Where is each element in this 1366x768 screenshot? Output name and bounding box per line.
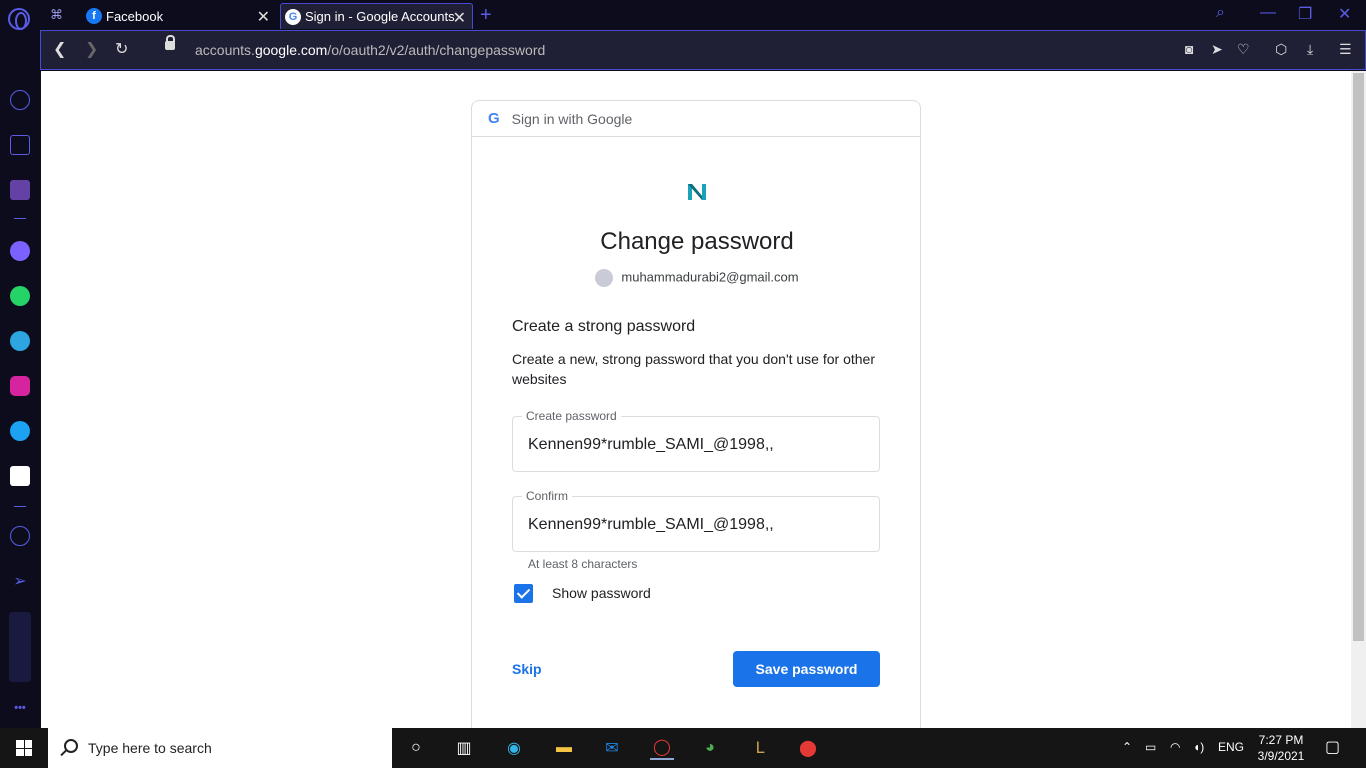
lock-icon bbox=[165, 35, 175, 50]
show-password-checkbox[interactable] bbox=[514, 584, 533, 603]
description: Create a new, strong password that you d… bbox=[512, 351, 875, 387]
tab-google-accounts[interactable]: G Sign in - Google Accounts ✕ bbox=[280, 3, 473, 29]
avatar bbox=[595, 269, 614, 287]
google-g-icon: G bbox=[488, 110, 500, 127]
forward-icon[interactable]: ❯ bbox=[85, 39, 98, 59]
close-tab-icon[interactable]: ✕ bbox=[453, 8, 466, 28]
new-tab-button[interactable]: + bbox=[480, 4, 492, 27]
tab-title: Facebook bbox=[106, 8, 164, 24]
close-tab-icon[interactable]: ✕ bbox=[257, 7, 270, 27]
search-placeholder: Type here to search bbox=[88, 740, 212, 756]
url-field[interactable]: accounts.google.com/o/oauth2/v2/auth/cha… bbox=[195, 42, 545, 58]
windows-taskbar: Type here to search ○ ▥ ◉ ▬ ✉ ◯ ◕ Ⅼ ⬤ ⌃ … bbox=[0, 728, 1366, 768]
whatsapp-icon[interactable] bbox=[10, 286, 30, 306]
header-text: Sign in with Google bbox=[511, 110, 633, 127]
confirm-password-value: Kennen99*rumble_SAMI_@1998,, bbox=[528, 516, 774, 533]
flow-icon[interactable]: ➢ bbox=[10, 571, 30, 591]
google-icon: G bbox=[285, 8, 301, 25]
facebook-icon: f bbox=[86, 8, 102, 24]
tray-chevron-icon[interactable]: ⌃ bbox=[1122, 740, 1132, 754]
create-password-field[interactable]: Create password Kennen99*rumble_SAMI_@19… bbox=[512, 409, 880, 472]
reload-icon[interactable]: ↻ bbox=[115, 39, 128, 59]
url-domain: google.com bbox=[254, 42, 328, 58]
wifi-icon[interactable]: ◠ bbox=[1170, 740, 1180, 754]
close-window-icon[interactable]: ✕ bbox=[1338, 4, 1351, 24]
confirm-password-label: Confirm bbox=[522, 489, 573, 503]
address-bar: ❮ ❯ ↻ accounts.google.com/o/oauth2/v2/au… bbox=[40, 30, 1366, 70]
create-password-value: Kennen99*rumble_SAMI_@1998,, bbox=[528, 436, 774, 453]
volume-icon[interactable]: ◖) bbox=[1193, 740, 1204, 754]
password-hint: At least 8 characters bbox=[528, 557, 638, 571]
opera-gx-icon[interactable]: ◯ bbox=[650, 736, 674, 760]
camera-icon[interactable]: ◙ bbox=[1185, 41, 1193, 57]
cube-icon[interactable]: ⬡ bbox=[1275, 41, 1287, 58]
app-n-logo-icon bbox=[688, 184, 706, 200]
gx-control-icon[interactable] bbox=[9, 612, 31, 682]
twitch-icon[interactable] bbox=[10, 180, 30, 200]
speed-dial-icon[interactable] bbox=[10, 90, 30, 110]
taskbar-search-box[interactable]: Type here to search bbox=[48, 728, 392, 768]
create-password-label: Create password bbox=[522, 409, 621, 423]
download-icon[interactable]: ⤓ bbox=[1307, 41, 1313, 58]
confirm-password-field[interactable]: Confirm Kennen99*rumble_SAMI_@1998,, bbox=[512, 489, 880, 552]
battery-icon[interactable]: ▭ bbox=[1145, 740, 1156, 754]
tab-facebook[interactable]: f Facebook ✕ bbox=[80, 3, 276, 29]
url-prefix: accounts. bbox=[195, 42, 255, 58]
league-of-legends-icon[interactable]: Ⅼ bbox=[748, 736, 772, 760]
task-view-icon[interactable]: ▥ bbox=[452, 736, 476, 760]
tab-title: Sign in - Google Accounts bbox=[305, 9, 455, 24]
page-content: G Sign in with Google Change password mu… bbox=[41, 71, 1351, 740]
search-tabs-icon[interactable]: ⌕ bbox=[1216, 4, 1225, 22]
page-scrollbar[interactable] bbox=[1351, 71, 1366, 728]
telegram-icon[interactable] bbox=[10, 331, 30, 351]
gamepad-icon[interactable]: ⌘ bbox=[50, 7, 68, 23]
opera-icon[interactable]: ⬤ bbox=[796, 736, 820, 760]
sidebar-divider bbox=[14, 218, 26, 219]
show-password-label[interactable]: Show password bbox=[552, 585, 651, 601]
windows-start-icon[interactable] bbox=[16, 740, 32, 756]
scrollbar-thumb[interactable] bbox=[1353, 73, 1364, 641]
bag-icon[interactable] bbox=[10, 135, 30, 155]
clock-time: 7:27 PM bbox=[1258, 733, 1304, 747]
account-email: muhammadurabi2@gmail.com bbox=[621, 269, 799, 285]
mail-icon[interactable]: ✉ bbox=[600, 736, 624, 760]
more-icon[interactable]: ••• bbox=[10, 698, 30, 718]
discord-icon[interactable] bbox=[10, 466, 30, 486]
send-icon[interactable]: ➤ bbox=[1211, 41, 1223, 58]
edge-icon[interactable]: ◉ bbox=[502, 736, 526, 760]
instagram-icon[interactable] bbox=[10, 376, 30, 396]
chrome-icon[interactable]: ◕ bbox=[698, 736, 722, 760]
save-password-button[interactable]: Save password bbox=[733, 651, 880, 687]
skip-button[interactable]: Skip bbox=[512, 661, 542, 677]
language-indicator[interactable]: ENG bbox=[1218, 740, 1244, 754]
file-explorer-icon[interactable]: ▬ bbox=[552, 736, 576, 760]
messenger-icon[interactable] bbox=[10, 241, 30, 261]
twitter-icon[interactable] bbox=[10, 421, 30, 441]
clock-date: 3/9/2021 bbox=[1257, 749, 1305, 763]
account-chip[interactable]: muhammadurabi2@gmail.com bbox=[472, 269, 922, 287]
url-path: /o/oauth2/v2/auth/changepassword bbox=[327, 42, 546, 58]
heart-icon[interactable]: ♡ bbox=[1237, 41, 1250, 58]
search-icon bbox=[64, 739, 78, 753]
player-icon[interactable] bbox=[10, 526, 30, 546]
taskbar-clock[interactable]: 7:27 PM 3/9/2021 bbox=[1254, 732, 1308, 764]
minimize-icon[interactable]: — bbox=[1260, 4, 1276, 22]
back-icon[interactable]: ❮ bbox=[53, 39, 66, 59]
change-password-card: G Sign in with Google Change password mu… bbox=[471, 100, 921, 740]
cortana-icon[interactable]: ○ bbox=[404, 736, 428, 760]
restore-icon[interactable]: ❐ bbox=[1298, 4, 1312, 24]
easy-setup-icon[interactable]: ☰ bbox=[1339, 41, 1352, 58]
notifications-icon[interactable]: ▢ bbox=[1325, 737, 1340, 757]
opera-menu-icon[interactable] bbox=[8, 8, 30, 30]
opera-sidebar: ➢ ••• bbox=[0, 30, 40, 728]
browser-titlebar: ⌘ f Facebook ✕ G Sign in - Google Accoun… bbox=[0, 0, 1366, 30]
card-header: G Sign in with Google bbox=[472, 101, 920, 137]
page-title: Change password bbox=[600, 228, 794, 255]
sidebar-divider bbox=[14, 506, 26, 507]
section-title: Create a strong password bbox=[512, 318, 696, 335]
